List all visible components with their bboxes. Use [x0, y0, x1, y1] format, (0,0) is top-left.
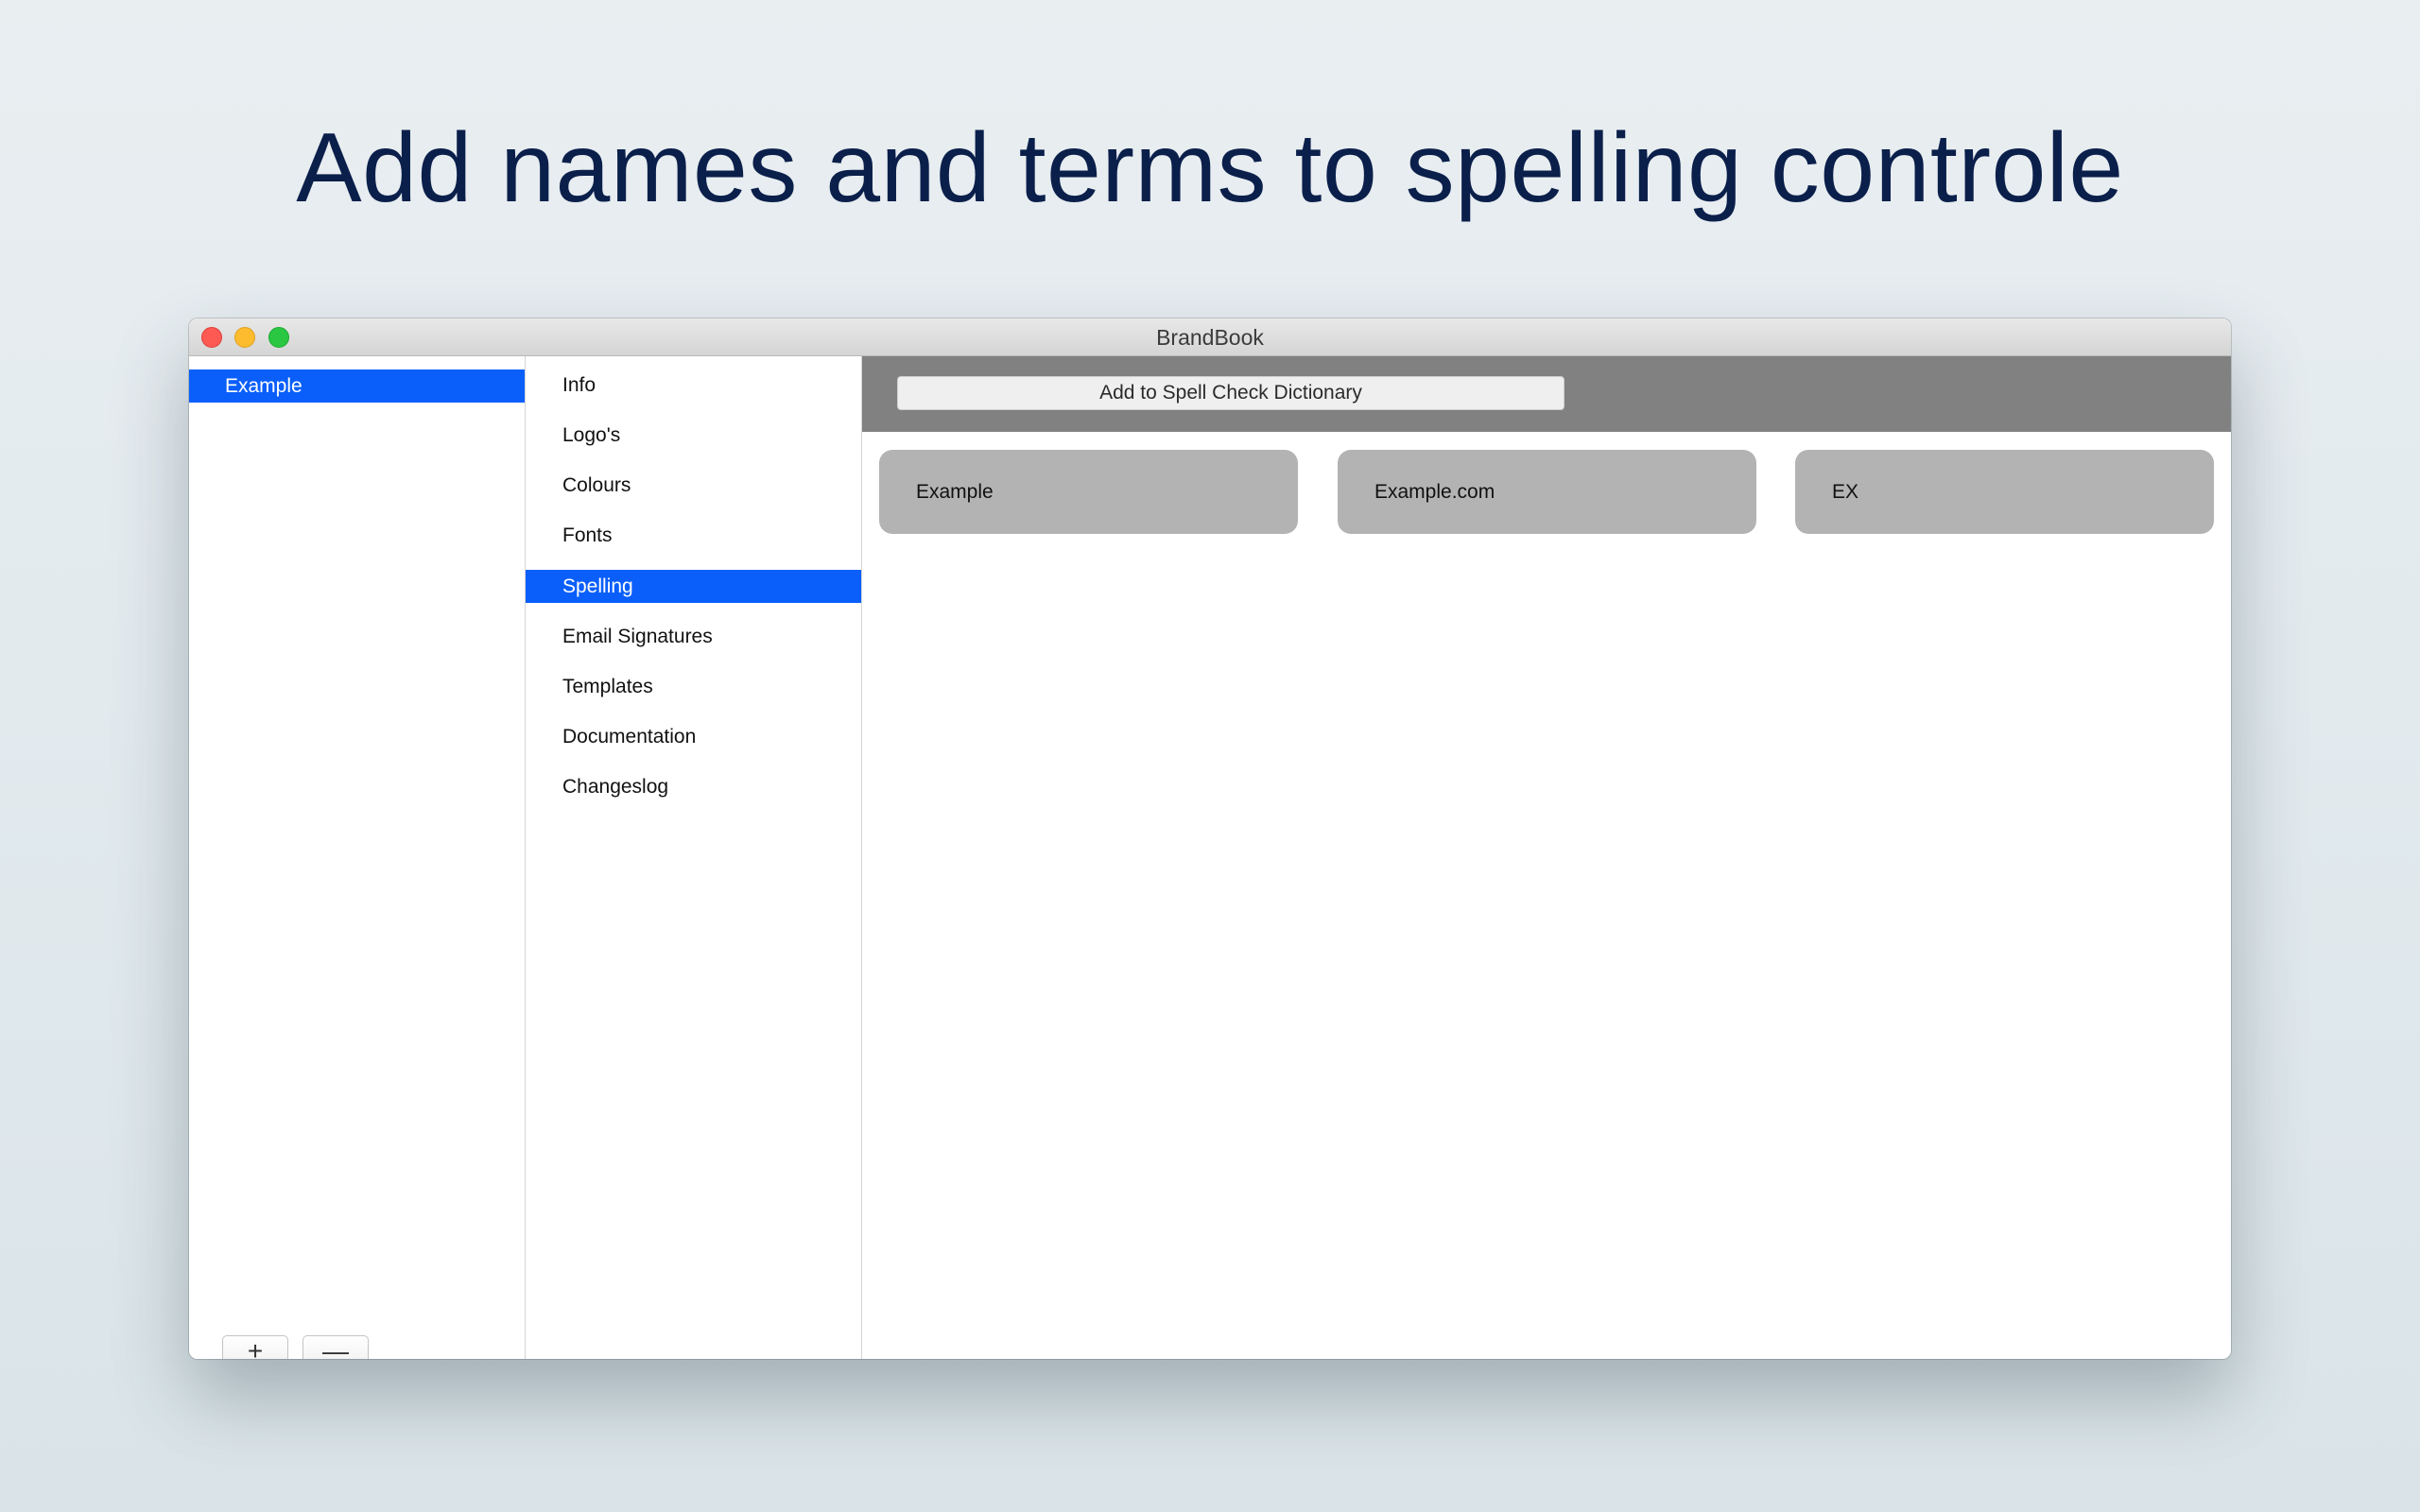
- section-list: Info Logo's Colours Fonts Spelling Email…: [526, 356, 862, 1359]
- brand-item-label: Example: [225, 375, 302, 397]
- section-item-logos[interactable]: Logo's: [526, 419, 861, 452]
- term-label: Example: [916, 481, 994, 503]
- section-item-label: Changeslog: [562, 776, 669, 798]
- spelling-toolbar: Add to Spell Check Dictionary: [862, 356, 2231, 432]
- section-item-changeslog[interactable]: Changeslog: [526, 770, 861, 803]
- section-item-spelling[interactable]: Spelling: [526, 570, 861, 603]
- title-bar: BrandBook: [189, 318, 2231, 356]
- section-item-email-signatures[interactable]: Email Signatures: [526, 620, 861, 653]
- remove-brand-button[interactable]: —: [302, 1335, 369, 1359]
- section-item-label: Email Signatures: [562, 626, 713, 647]
- section-item-label: Documentation: [562, 726, 697, 747]
- section-item-label: Logo's: [562, 424, 621, 446]
- section-item-documentation[interactable]: Documentation: [526, 720, 861, 753]
- window-title: BrandBook: [1156, 325, 1264, 350]
- spelling-panel: Add to Spell Check Dictionary Example Ex…: [862, 356, 2231, 1359]
- section-item-label: Colours: [562, 474, 631, 496]
- section-item-templates[interactable]: Templates: [526, 670, 861, 703]
- term-label: EX: [1832, 481, 1859, 503]
- section-item-label: Spelling: [562, 576, 633, 597]
- term-card-ex[interactable]: EX: [1795, 450, 2214, 534]
- section-item-colours[interactable]: Colours: [526, 469, 861, 502]
- page-headline: Add names and terms to spelling controle: [296, 113, 2124, 223]
- term-label: Example.com: [1374, 481, 1495, 503]
- section-item-info[interactable]: Info: [526, 369, 861, 402]
- section-item-label: Fonts: [562, 524, 613, 546]
- term-card-example[interactable]: Example: [879, 450, 1298, 534]
- brand-item-example[interactable]: Example: [189, 369, 525, 403]
- term-card-example-com[interactable]: Example.com: [1338, 450, 1756, 534]
- section-item-fonts[interactable]: Fonts: [526, 519, 861, 552]
- section-item-label: Info: [562, 374, 596, 396]
- add-brand-button[interactable]: +: [222, 1335, 288, 1359]
- app-window: BrandBook Example + — Info Logo's Colour…: [189, 318, 2231, 1359]
- add-to-dictionary-button[interactable]: Add to Spell Check Dictionary: [897, 376, 1564, 410]
- brand-list: Example + —: [189, 356, 526, 1359]
- section-item-label: Templates: [562, 676, 653, 697]
